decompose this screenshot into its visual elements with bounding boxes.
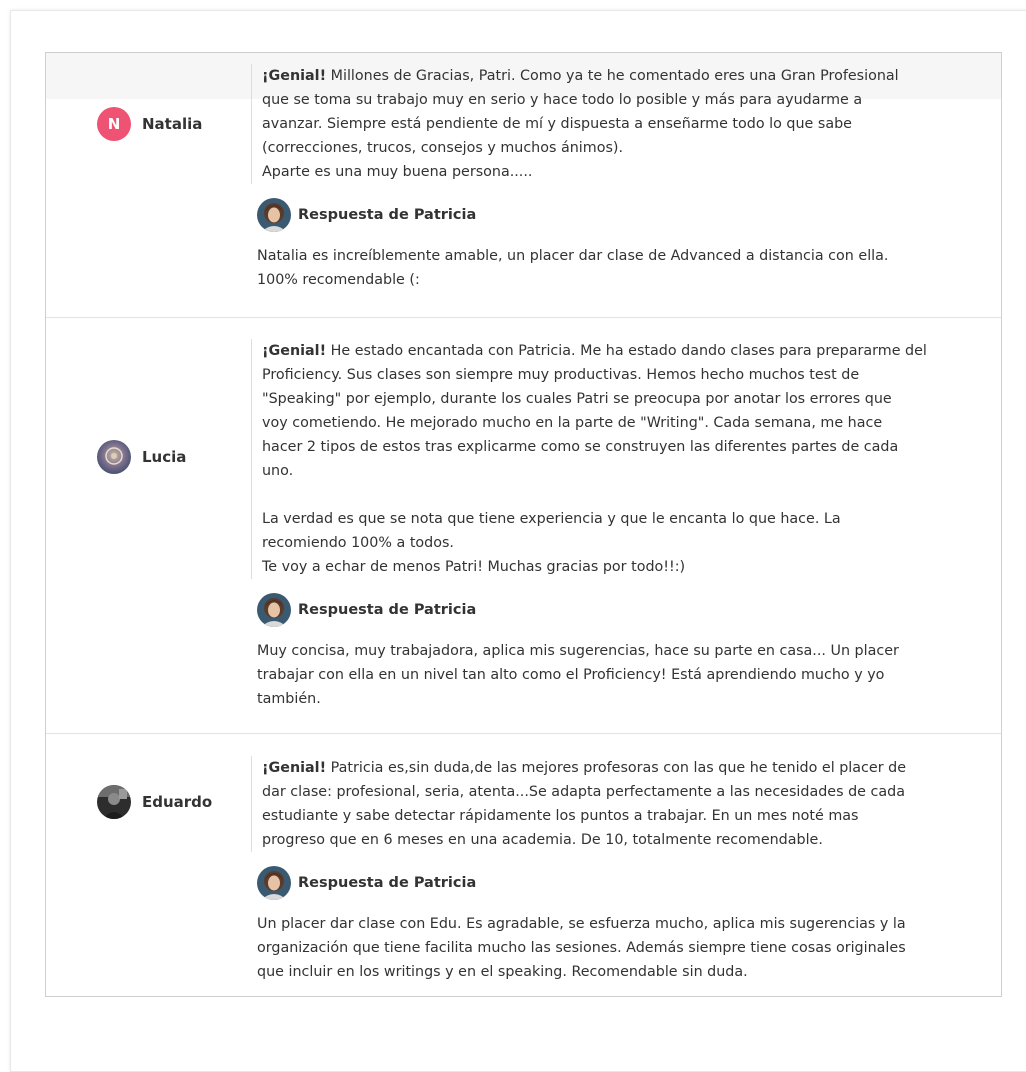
review-line: La verdad es que se nota que tiene exper…: [262, 511, 841, 527]
response-title: Respuesta de Patricia: [298, 875, 477, 891]
review-line: Aparte es una muy buena persona.....: [262, 164, 533, 180]
review-line: avanzar. Siempre está pendiente de mí y …: [262, 116, 852, 132]
teacher-avatar: [257, 593, 291, 627]
review-text: ¡Genial! Millones de Gracias, Patri. Com…: [251, 64, 991, 184]
avatar-initial: N: [107, 115, 121, 133]
review-lucia: ¡Genial! He estado encantada con Patrici…: [251, 339, 991, 711]
review-natalia: ¡Genial! Millones de Gracias, Patri. Com…: [251, 64, 991, 292]
review-eduardo: ¡Genial! Patricia es,sin duda,de las mej…: [251, 756, 991, 984]
teacher-avatar: [257, 198, 291, 232]
row-divider: [46, 317, 1001, 318]
review-line: hacer 2 tipos de estos tras explicarme c…: [262, 439, 899, 455]
response-line: Un placer dar clase con Edu. Es agradabl…: [257, 916, 906, 932]
response-text: Muy concisa, muy trabajadora, aplica mis…: [257, 639, 991, 711]
row-divider: [46, 733, 1001, 734]
review-line: [262, 483, 991, 507]
rating-label: ¡Genial!: [262, 343, 327, 359]
avatar: [97, 440, 131, 474]
response-line: trabajar con ella en un nivel tan alto c…: [257, 667, 885, 683]
reviews-list: N Natalia ¡Genial! Millones de Gracias, …: [45, 52, 1002, 997]
review-line: Millones de Gracias, Patri. Como ya te h…: [326, 68, 899, 84]
response-text: Natalia es increíblemente amable, un pla…: [257, 244, 991, 292]
response-line: también.: [257, 691, 321, 707]
response-header: Respuesta de Patricia: [257, 198, 991, 232]
student-name: Eduardo: [142, 793, 213, 811]
review-line: dar clase: profesional, seria, atenta...…: [262, 784, 905, 800]
response-line: 100% recomendable (:: [257, 272, 420, 288]
response-line: Muy concisa, muy trabajadora, aplica mis…: [257, 643, 899, 659]
review-line: Te voy a echar de menos Patri! Muchas gr…: [262, 559, 686, 575]
review-line: (correcciones, trucos, consejos y muchos…: [262, 140, 624, 156]
review-line: Proficiency. Sus clases son siempre muy …: [262, 367, 860, 383]
student-name: Natalia: [142, 115, 203, 133]
review-line: progreso que en 6 meses en una academia.…: [262, 832, 823, 848]
review-line: Patricia es,sin duda,de las mejores prof…: [326, 760, 906, 776]
rating-label: ¡Genial!: [262, 68, 327, 84]
teacher-avatar: [257, 866, 291, 900]
response-text: Un placer dar clase con Edu. Es agradabl…: [257, 912, 991, 984]
review-text: ¡Genial! Patricia es,sin duda,de las mej…: [251, 756, 991, 852]
review-line: que se toma su trabajo muy en serio y ha…: [262, 92, 863, 108]
response-line: que incluir en los writings y en el spea…: [257, 964, 748, 980]
review-line: He estado encantada con Patricia. Me ha …: [326, 343, 927, 359]
review-line: recomiendo 100% a todos.: [262, 535, 454, 551]
student-eduardo[interactable]: Eduardo: [97, 785, 212, 819]
avatar: [97, 785, 131, 819]
response-header: Respuesta de Patricia: [257, 593, 991, 627]
response-title: Respuesta de Patricia: [298, 207, 477, 223]
review-line: uno.: [262, 463, 294, 479]
review-line: estudiante y sabe detectar rápidamente l…: [262, 808, 859, 824]
review-line: voy cometiendo. He mejorado mucho en la …: [262, 415, 883, 431]
response-line: Natalia es increíblemente amable, un pla…: [257, 248, 889, 264]
response-header: Respuesta de Patricia: [257, 866, 991, 900]
response-title: Respuesta de Patricia: [298, 602, 477, 618]
student-name: Lucia: [142, 448, 187, 466]
rating-label: ¡Genial!: [262, 760, 327, 776]
response-line: organización que tiene facilita mucho la…: [257, 940, 906, 956]
student-natalia[interactable]: N Natalia: [97, 107, 202, 141]
avatar: N: [97, 107, 131, 141]
review-line: "Speaking" por ejemplo, durante los cual…: [262, 391, 892, 407]
student-lucia[interactable]: Lucia: [97, 440, 186, 474]
review-text: ¡Genial! He estado encantada con Patrici…: [251, 339, 991, 579]
